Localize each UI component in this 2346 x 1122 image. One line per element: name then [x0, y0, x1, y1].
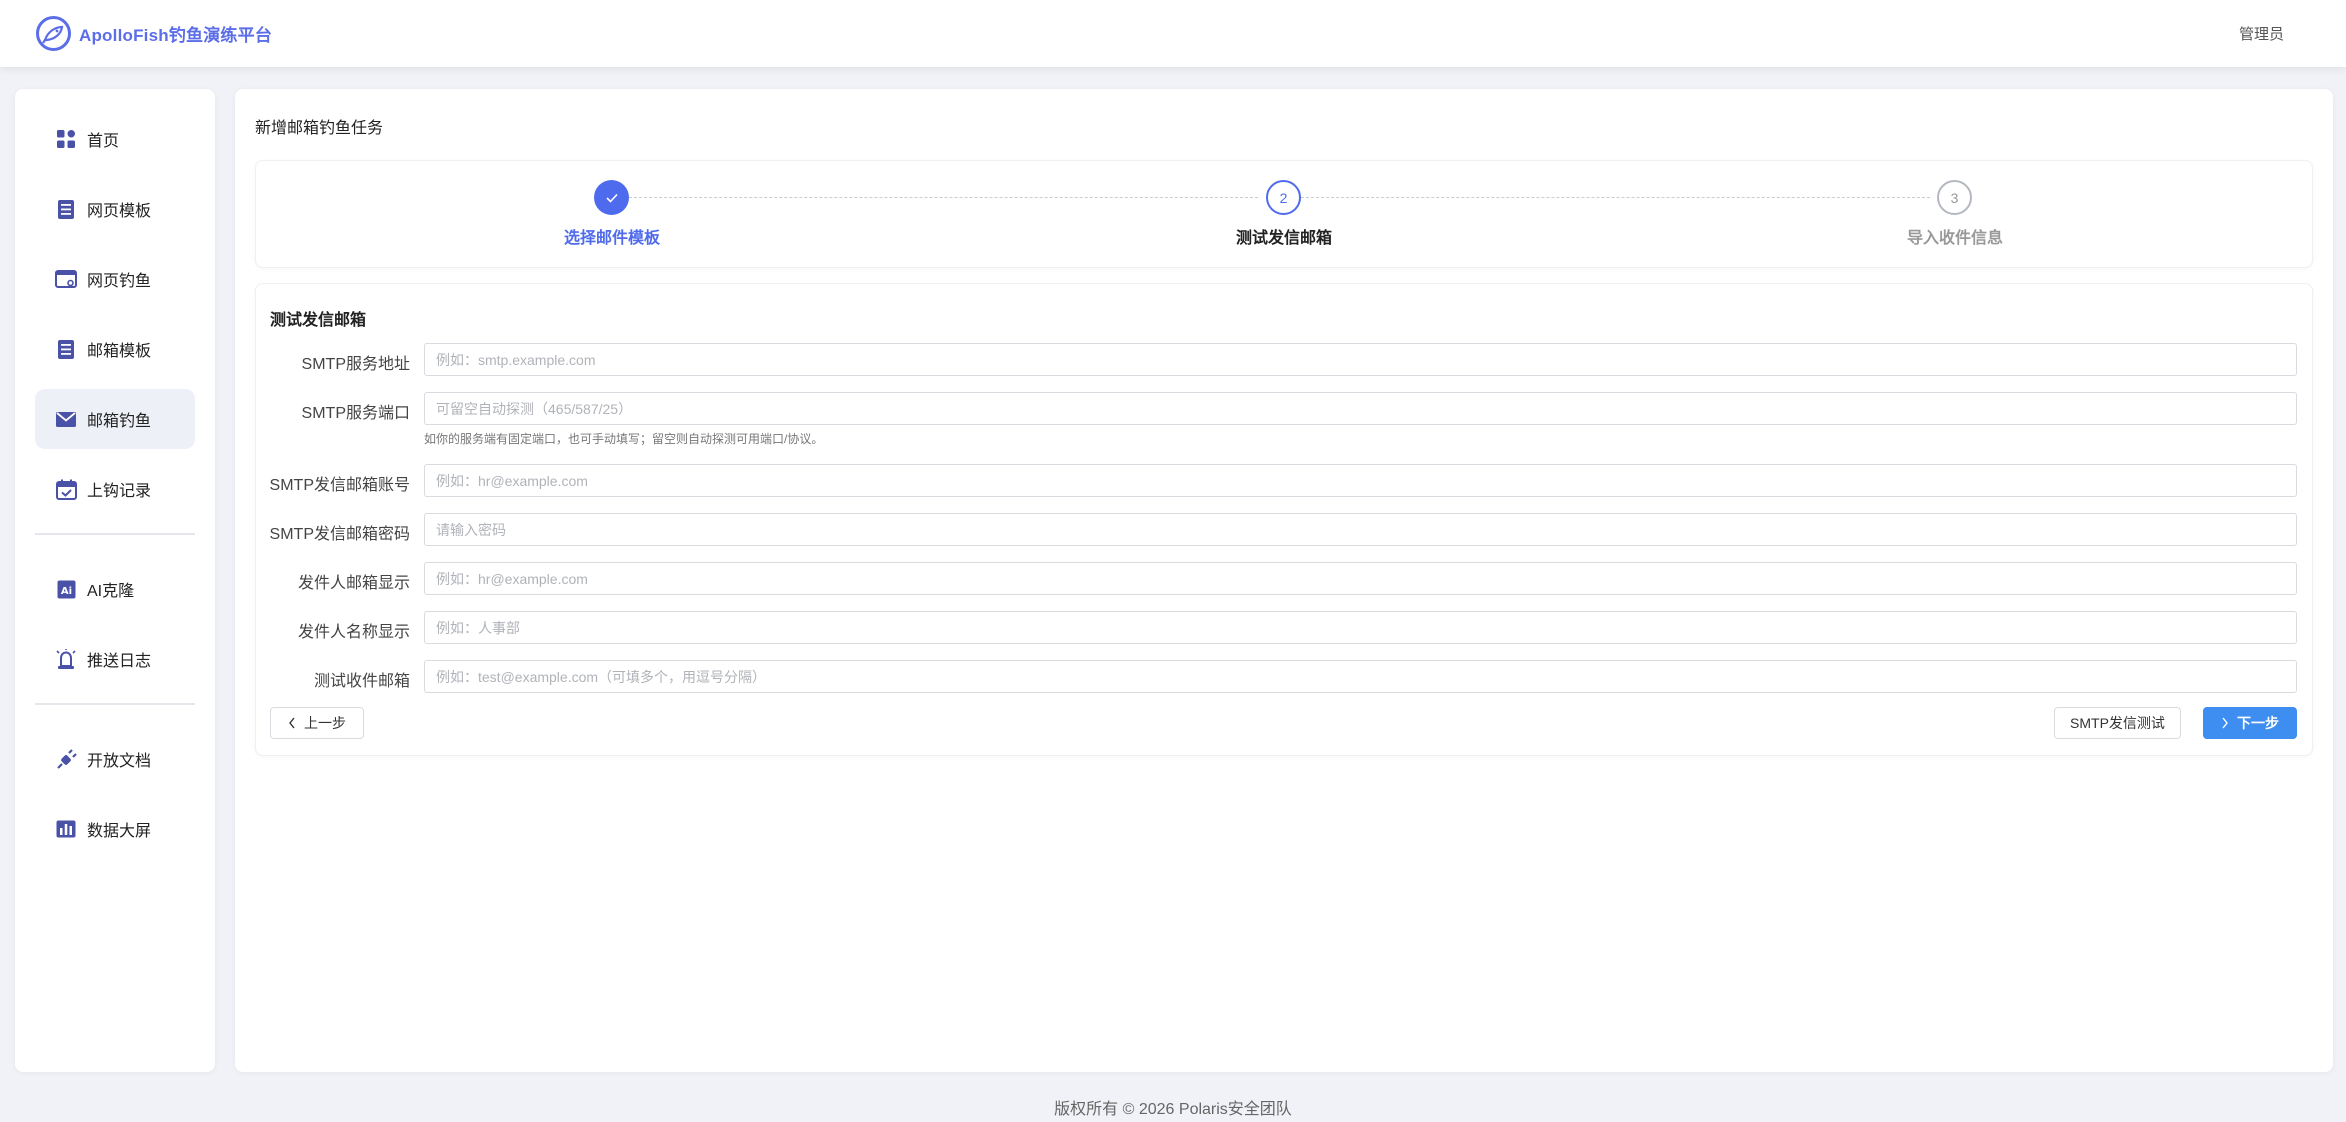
- smtp-test-button[interactable]: SMTP发信测试: [2054, 707, 2181, 739]
- step-1-check-icon: [594, 180, 629, 215]
- field-label: SMTP服务端口: [301, 405, 410, 422]
- dashboard-icon: [55, 128, 77, 150]
- main-content: 新增邮箱钓鱼任务 选择邮件模板 2 测试发信邮箱 3 导入收件信息 测试发信邮箱…: [235, 89, 2333, 1072]
- sidebar-item-label: 数据大屏: [87, 823, 152, 840]
- port-hint-text: 如你的服务端有固定端口，也可手动填写；留空则自动探测可用端口/协议。: [424, 432, 824, 446]
- previous-step-button[interactable]: 上一步: [270, 707, 364, 739]
- mail-icon: [55, 408, 77, 430]
- svg-text:Ai: Ai: [60, 586, 71, 597]
- sidebar-item-mail-phishing[interactable]: 邮箱钓鱼: [35, 389, 195, 449]
- field-label: SMTP服务地址: [301, 356, 410, 373]
- browser-icon: [55, 268, 77, 290]
- sender-name-input[interactable]: [424, 611, 2297, 644]
- sidebar-item-label: 邮箱模板: [87, 343, 152, 360]
- footer-copyright: 版权所有 © 2026 Polaris安全团队: [1054, 1101, 1292, 1118]
- brand[interactable]: ApolloFish钓鱼演练平台: [36, 16, 272, 51]
- sidebar-item-label: AI克隆: [87, 583, 135, 600]
- step-connector: [1301, 197, 1930, 198]
- page-title: 新增邮箱钓鱼任务: [255, 120, 384, 137]
- sidebar-item-open-docs[interactable]: 开放文档: [35, 729, 195, 789]
- field-label: SMTP发信邮箱密码: [269, 526, 410, 543]
- sidebar-item-mail-templates[interactable]: 邮箱模板: [35, 319, 195, 379]
- ai-icon: Ai: [55, 578, 77, 600]
- sidebar-item-label: 上钩记录: [87, 483, 152, 500]
- field-label: 发件人名称显示: [297, 624, 410, 641]
- step-3-label: 导入收件信息: [1906, 230, 2003, 247]
- sidebar-item-web-templates[interactable]: 网页模板: [35, 179, 195, 239]
- sidebar-item-hook-records[interactable]: 上钩记录: [35, 459, 195, 519]
- test-recipient-row: 测试收件邮箱: [256, 660, 2314, 693]
- sidebar-item-label: 首页: [87, 133, 120, 150]
- sidebar-item-label: 推送日志: [87, 653, 152, 670]
- sidebar-item-label: 开放文档: [87, 753, 152, 770]
- chart-icon: [55, 818, 77, 840]
- document-icon: [55, 338, 77, 360]
- sidebar-item-web-phishing[interactable]: 网页钓鱼: [35, 249, 195, 309]
- field-label: SMTP发信邮箱账号: [269, 477, 410, 494]
- chevron-right-icon: [2222, 717, 2228, 729]
- step-3-number: 3: [1937, 180, 1972, 215]
- plug-icon: [55, 748, 77, 770]
- smtp-account-input[interactable]: [424, 464, 2297, 497]
- sidebar-divider: [35, 703, 195, 705]
- sidebar-item-home[interactable]: 首页: [35, 109, 195, 169]
- sidebar-item-data-screen[interactable]: 数据大屏: [35, 799, 195, 859]
- step-2-label: 测试发信邮箱: [1235, 230, 1332, 247]
- sidebar-item-label: 网页模板: [87, 203, 152, 220]
- sidebar-item-push-log[interactable]: 推送日志: [35, 629, 195, 689]
- sidebar: 首页 网页模板 网页钓鱼 邮箱模板 邮箱钓鱼 上钩记录 Ai AI克隆 推送日志…: [15, 89, 215, 1072]
- field-label: 测试收件邮箱: [313, 673, 410, 690]
- brand-title: ApolloFish钓鱼演练平台: [79, 26, 273, 45]
- sidebar-divider: [35, 533, 195, 535]
- sender-email-row: 发件人邮箱显示: [256, 562, 2314, 595]
- field-label: 发件人邮箱显示: [297, 575, 410, 592]
- test-recipient-input[interactable]: [424, 660, 2297, 693]
- smtp-host-input[interactable]: [424, 343, 2297, 376]
- user-menu[interactable]: 管理员: [2239, 23, 2284, 44]
- step-1-label: 选择邮件模板: [563, 230, 660, 247]
- sender-email-input[interactable]: [424, 562, 2297, 595]
- smtp-password-input[interactable]: [424, 513, 2297, 546]
- sender-name-row: 发件人名称显示: [256, 611, 2314, 644]
- top-header: ApolloFish钓鱼演练平台 管理员: [0, 0, 2346, 67]
- next-step-label: 下一步: [2237, 715, 2279, 731]
- sidebar-item-ai-clone[interactable]: Ai AI克隆: [35, 559, 195, 619]
- steps-panel: 选择邮件模板 2 测试发信邮箱 3 导入收件信息: [255, 160, 2313, 268]
- calendar-icon: [55, 478, 77, 500]
- smtp-host-row: SMTP服务地址: [256, 343, 2314, 376]
- sidebar-item-label: 邮箱钓鱼: [87, 413, 152, 430]
- smtp-test-label: SMTP发信测试: [2070, 715, 2165, 731]
- sidebar-item-label: 网页钓鱼: [87, 273, 152, 290]
- step-connector: [629, 197, 1258, 198]
- previous-step-label: 上一步: [304, 715, 346, 731]
- next-step-button[interactable]: 下一步: [2203, 707, 2297, 739]
- document-icon: [55, 198, 77, 220]
- form-title: 测试发信邮箱: [270, 312, 367, 329]
- smtp-port-input[interactable]: [424, 392, 2297, 425]
- smtp-password-row: SMTP发信邮箱密码: [256, 513, 2314, 546]
- step-2-number: 2: [1266, 180, 1301, 215]
- bell-icon: [55, 648, 77, 670]
- smtp-port-row: SMTP服务端口: [256, 392, 2314, 425]
- smtp-account-row: SMTP发信邮箱账号: [256, 464, 2314, 497]
- smtp-form-panel: 测试发信邮箱 SMTP服务地址 SMTP服务端口 如你的服务端有固定端口，也可手…: [255, 283, 2313, 756]
- fish-logo-icon: [36, 16, 71, 51]
- chevron-left-icon: [289, 717, 295, 729]
